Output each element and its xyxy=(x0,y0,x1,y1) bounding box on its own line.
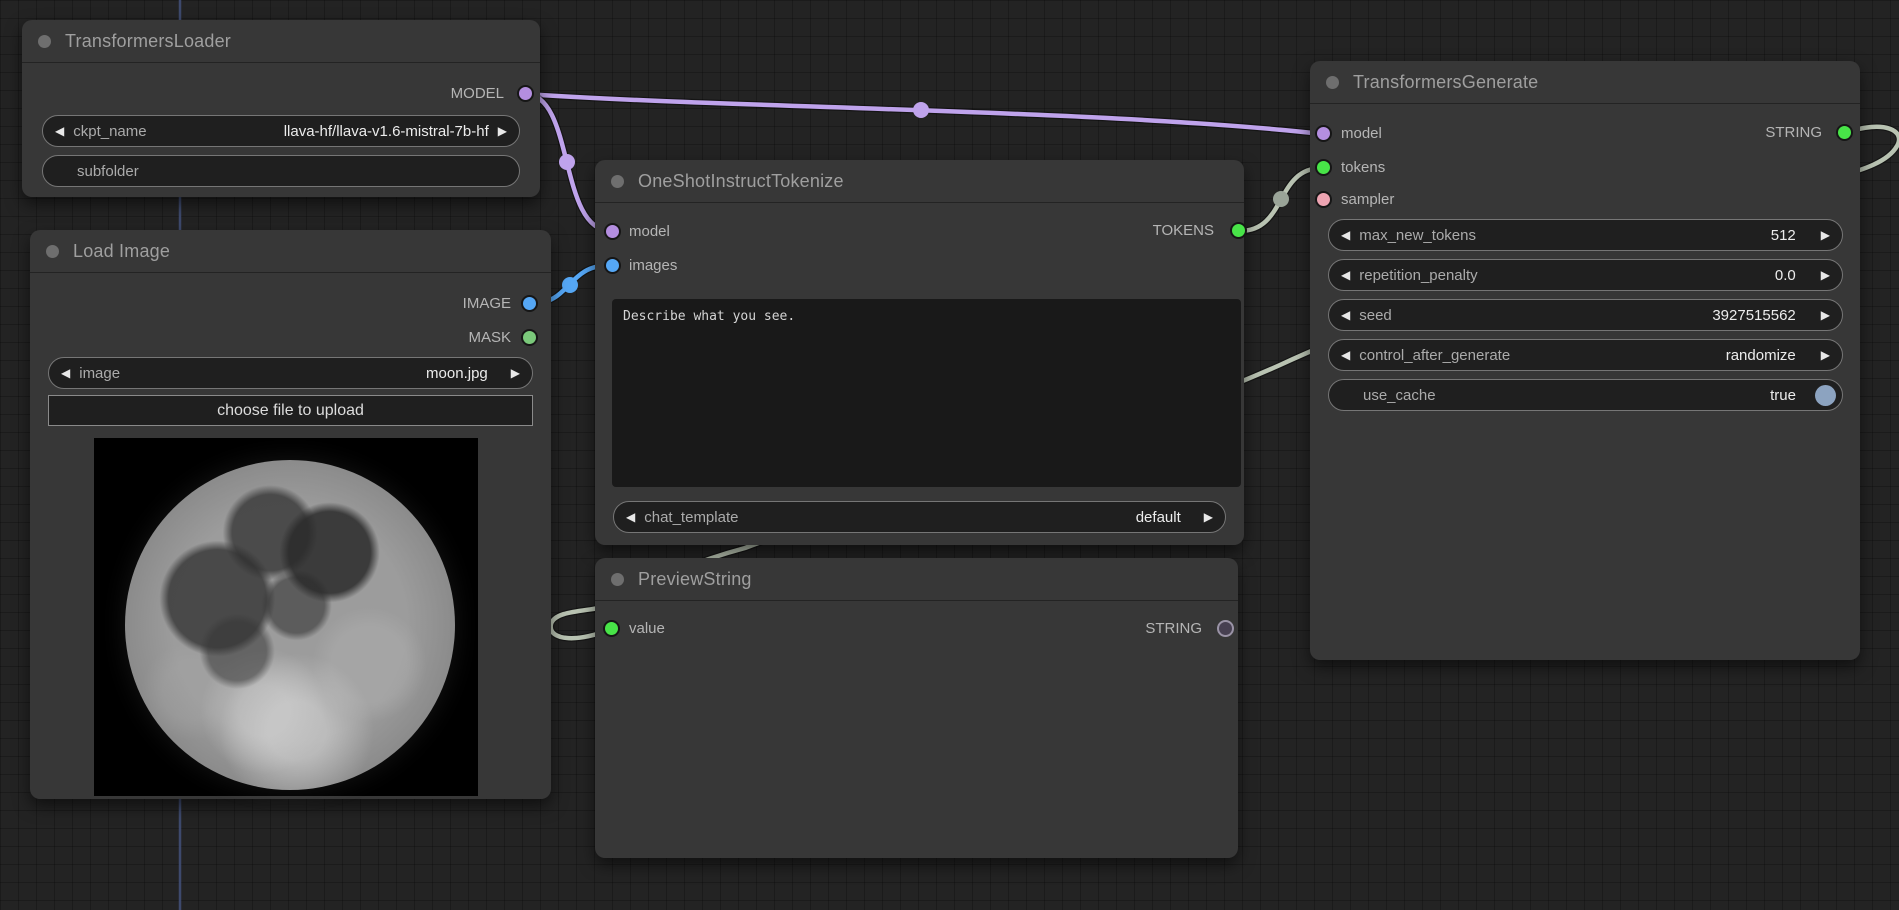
node-title-bar[interactable]: PreviewString xyxy=(595,558,1238,601)
increment-arrow-icon[interactable]: ▶ xyxy=(1821,309,1830,321)
input-label-tokens: tokens xyxy=(1341,158,1385,178)
input-slot-model[interactable] xyxy=(604,223,621,240)
output-label-string: STRING xyxy=(1765,123,1822,143)
output-slot-string[interactable] xyxy=(1836,124,1853,141)
widget-label: ckpt_name xyxy=(73,123,146,140)
output-label-model: MODEL xyxy=(451,84,504,104)
collapse-dot-icon[interactable] xyxy=(611,175,624,188)
widget-label: chat_template xyxy=(644,509,738,526)
link-midpoint-dot xyxy=(1273,191,1289,207)
decrement-arrow-icon[interactable]: ◀ xyxy=(61,367,70,379)
input-label-value: value xyxy=(629,619,665,639)
node-title-bar[interactable]: OneShotInstructTokenize xyxy=(595,160,1244,203)
node-title: TransformersLoader xyxy=(65,31,231,52)
input-slot-tokens[interactable] xyxy=(1315,159,1332,176)
output-slot-model[interactable] xyxy=(517,85,534,102)
widget-value: 3927515562 xyxy=(1712,307,1795,324)
decrement-arrow-icon[interactable]: ◀ xyxy=(1341,349,1350,361)
decrement-arrow-icon[interactable]: ◀ xyxy=(1341,229,1350,241)
widget-value: moon.jpg xyxy=(426,365,488,382)
increment-arrow-icon[interactable]: ▶ xyxy=(1821,269,1830,281)
input-label-sampler: sampler xyxy=(1341,190,1394,210)
output-slot-string[interactable] xyxy=(1217,620,1234,637)
collapse-dot-icon[interactable] xyxy=(38,35,51,48)
input-slot-model[interactable] xyxy=(1315,125,1332,142)
output-label-mask: MASK xyxy=(468,328,511,348)
node-oneshot-instruct-tokenize[interactable]: OneShotInstructTokenize model images TOK… xyxy=(595,160,1244,545)
widget-use-cache[interactable]: use_cache true xyxy=(1328,379,1843,411)
input-label-model: model xyxy=(629,222,670,242)
widget-label: use_cache xyxy=(1363,387,1436,404)
output-slot-mask[interactable] xyxy=(521,329,538,346)
node-title: PreviewString xyxy=(638,569,752,590)
input-slot-value[interactable] xyxy=(603,620,620,637)
widget-max-new-tokens[interactable]: ◀ max_new_tokens 512 ▶ xyxy=(1328,219,1843,251)
collapse-dot-icon[interactable] xyxy=(1326,76,1339,89)
increment-arrow-icon[interactable]: ▶ xyxy=(1821,349,1830,361)
collapse-dot-icon[interactable] xyxy=(611,573,624,586)
choose-file-button[interactable]: choose file to upload xyxy=(48,395,533,426)
widget-value: randomize xyxy=(1726,347,1796,364)
node-title-bar[interactable]: Load Image xyxy=(30,230,551,273)
increment-arrow-icon[interactable]: ▶ xyxy=(511,367,520,379)
output-label-string: STRING xyxy=(1145,619,1202,639)
prompt-textarea[interactable]: Describe what you see. xyxy=(612,299,1241,487)
output-slot-image[interactable] xyxy=(521,295,538,312)
increment-arrow-icon[interactable]: ▶ xyxy=(1821,229,1830,241)
widget-repetition-penalty[interactable]: ◀ repetition_penalty 0.0 ▶ xyxy=(1328,259,1843,291)
link-midpoint-dot xyxy=(562,277,578,293)
input-slot-sampler[interactable] xyxy=(1315,191,1332,208)
increment-arrow-icon[interactable]: ▶ xyxy=(498,125,507,137)
widget-value: 0.0 xyxy=(1775,267,1796,284)
graph-canvas[interactable]: TransformersLoader MODEL ◀ ckpt_name lla… xyxy=(0,0,1899,910)
input-slot-images[interactable] xyxy=(604,257,621,274)
node-transformers-loader[interactable]: TransformersLoader MODEL ◀ ckpt_name lla… xyxy=(22,20,540,197)
decrement-arrow-icon[interactable]: ◀ xyxy=(1341,269,1350,281)
node-title: OneShotInstructTokenize xyxy=(638,171,844,192)
widget-label: image xyxy=(79,365,120,382)
decrement-arrow-icon[interactable]: ◀ xyxy=(626,511,635,523)
widget-label: repetition_penalty xyxy=(1359,267,1477,284)
input-label-images: images xyxy=(629,256,677,276)
image-preview xyxy=(94,438,478,796)
node-title: Load Image xyxy=(73,241,170,262)
node-title: TransformersGenerate xyxy=(1353,72,1538,93)
decrement-arrow-icon[interactable]: ◀ xyxy=(55,125,64,137)
widget-seed[interactable]: ◀ seed 3927515562 ▶ xyxy=(1328,299,1843,331)
widget-ckpt-name[interactable]: ◀ ckpt_name llava-hf/llava-v1.6-mistral-… xyxy=(42,115,520,147)
input-label-model: model xyxy=(1341,124,1382,144)
widget-label: seed xyxy=(1359,307,1392,324)
widget-label: control_after_generate xyxy=(1359,347,1510,364)
link-midpoint-dot xyxy=(559,154,575,170)
node-transformers-generate[interactable]: TransformersGenerate model tokens sample… xyxy=(1310,61,1860,660)
widget-control-after-generate[interactable]: ◀ control_after_generate randomize ▶ xyxy=(1328,339,1843,371)
widget-value: true xyxy=(1770,387,1796,404)
widget-subfolder[interactable]: subfolder xyxy=(42,155,520,187)
node-title-bar[interactable]: TransformersLoader xyxy=(22,20,540,63)
output-slot-tokens[interactable] xyxy=(1230,222,1247,239)
node-load-image[interactable]: Load Image IMAGE MASK ◀ image moon.jpg ▶… xyxy=(30,230,551,799)
collapse-dot-icon[interactable] xyxy=(46,245,59,258)
widget-chat-template[interactable]: ◀ chat_template default ▶ xyxy=(613,501,1226,533)
output-label-tokens: TOKENS xyxy=(1153,221,1214,241)
widget-label: max_new_tokens xyxy=(1359,227,1476,244)
widget-value: 512 xyxy=(1771,227,1796,244)
toggle-dot-icon[interactable] xyxy=(1815,385,1836,406)
widget-label: subfolder xyxy=(77,163,139,180)
increment-arrow-icon[interactable]: ▶ xyxy=(1204,511,1213,523)
node-preview-string[interactable]: PreviewString value STRING xyxy=(595,558,1238,858)
widget-image[interactable]: ◀ image moon.jpg ▶ xyxy=(48,357,533,389)
moon-image xyxy=(125,460,455,790)
link-midpoint-dot xyxy=(913,102,929,118)
output-label-image: IMAGE xyxy=(463,294,511,314)
widget-value: default xyxy=(1136,509,1181,526)
decrement-arrow-icon[interactable]: ◀ xyxy=(1341,309,1350,321)
node-title-bar[interactable]: TransformersGenerate xyxy=(1310,61,1860,104)
widget-value: llava-hf/llava-v1.6-mistral-7b-hf xyxy=(284,123,489,140)
